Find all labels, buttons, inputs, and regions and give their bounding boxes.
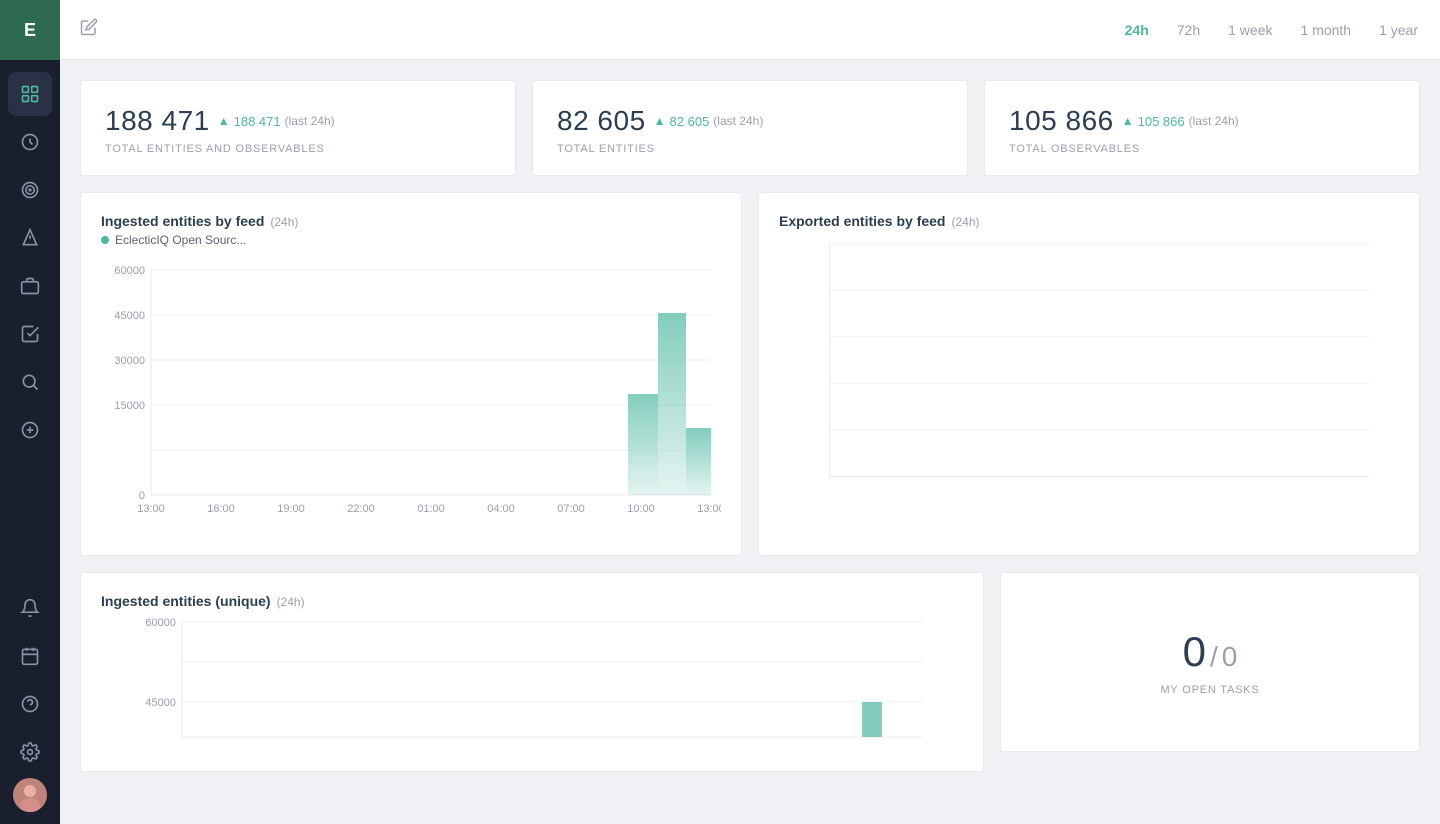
sidebar-item-calendar[interactable]: [8, 634, 52, 678]
content-area: 188 471 ▲ 188 471 (last 24h) TOTAL ENTIT…: [60, 60, 1440, 824]
time-filter-72h[interactable]: 72h: [1175, 18, 1202, 42]
stat-delta-val-observables: 105 866: [1138, 114, 1185, 129]
stat-delta-entities: ▲ 82 605 (last 24h): [654, 114, 764, 129]
stat-period: (last 24h): [285, 114, 335, 128]
sidebar-item-add[interactable]: [8, 408, 52, 452]
stat-arrow: ▲: [218, 114, 230, 128]
stat-card-entities: 82 605 ▲ 82 605 (last 24h) TOTAL ENTITIE…: [532, 80, 968, 176]
stat-label-total-eo: TOTAL ENTITIES AND OBSERVABLES: [105, 143, 491, 155]
main-content: 24h 72h 1 week 1 month 1 year 188 471 ▲ …: [60, 0, 1440, 824]
stat-number-entities: 82 605: [557, 105, 646, 137]
svg-text:30000: 30000: [114, 355, 145, 367]
sidebar-item-cases[interactable]: [8, 264, 52, 308]
right-column: 0 / 0 MY OPEN TASKS: [1000, 572, 1420, 772]
time-filter-1week[interactable]: 1 week: [1226, 18, 1274, 42]
sidebar-item-threats[interactable]: [8, 120, 52, 164]
svg-text:19:00: 19:00: [277, 503, 305, 515]
sidebar-item-incidents[interactable]: [8, 216, 52, 260]
stat-main-entities: 82 605 ▲ 82 605 (last 24h): [557, 105, 943, 137]
svg-text:22:00: 22:00: [347, 503, 375, 515]
stat-label-observables: TOTAL OBSERVABLES: [1009, 143, 1395, 155]
stat-arrow-entities: ▲: [654, 114, 666, 128]
user-avatar[interactable]: [13, 778, 47, 812]
stat-main-observables: 105 866 ▲ 105 866 (last 24h): [1009, 105, 1395, 137]
stat-period-entities: (last 24h): [713, 114, 763, 128]
header: 24h 72h 1 week 1 month 1 year: [60, 0, 1440, 60]
stat-card-entities-observables: 188 471 ▲ 188 471 (last 24h) TOTAL ENTIT…: [80, 80, 516, 176]
stat-arrow-observables: ▲: [1122, 114, 1134, 128]
svg-text:0: 0: [139, 490, 145, 502]
ingested-chart-period: (24h): [270, 215, 298, 229]
bottom-row: Ingested entities (unique) (24h) 60000 4…: [80, 572, 1420, 772]
svg-text:10:00: 10:00: [627, 503, 655, 515]
stat-number-total-eo: 188 471: [105, 105, 210, 137]
stat-card-observables: 105 866 ▲ 105 866 (last 24h) TOTAL OBSER…: [984, 80, 1420, 176]
charts-row: Ingested entities by feed (24h) Eclectic…: [80, 192, 1420, 556]
stat-main: 188 471 ▲ 188 471 (last 24h): [105, 105, 491, 137]
sidebar: E: [0, 0, 60, 824]
svg-text:16:00: 16:00: [207, 503, 235, 515]
sidebar-bottom: [0, 574, 60, 824]
svg-text:15000: 15000: [114, 400, 145, 412]
time-filter-1month[interactable]: 1 month: [1298, 18, 1353, 42]
ingested-chart-svg: 60000 45000 30000 15000 0 13:00 16:00 19…: [101, 255, 721, 535]
ingested-chart-card: Ingested entities by feed (24h) Eclectic…: [80, 192, 742, 556]
legend-dot-ingested: [101, 236, 109, 244]
sidebar-item-settings[interactable]: [8, 730, 52, 774]
exported-chart-svg: [779, 233, 1399, 513]
exported-chart-area: [779, 233, 1399, 513]
header-left: [80, 18, 98, 41]
sidebar-item-tasks[interactable]: [8, 312, 52, 356]
exported-chart-card: Exported entities by feed (24h): [758, 192, 1420, 556]
ingested-chart-legend: EclecticIQ Open Sourc...: [101, 233, 721, 247]
exported-chart-period: (24h): [951, 215, 979, 229]
ingested-chart-title: Ingested entities by feed (24h): [101, 213, 721, 229]
tasks-divider: /: [1210, 641, 1218, 673]
stat-delta-observables: ▲ 105 866 (last 24h): [1122, 114, 1239, 129]
svg-text:45000: 45000: [145, 697, 176, 709]
sidebar-logo[interactable]: E: [0, 0, 60, 60]
svg-text:60000: 60000: [145, 617, 176, 629]
tasks-card: 0 / 0 MY OPEN TASKS: [1000, 572, 1420, 752]
stat-label-entities: TOTAL ENTITIES: [557, 143, 943, 155]
ingested-unique-title: Ingested entities (unique) (24h): [101, 593, 963, 609]
stat-period-observables: (last 24h): [1189, 114, 1239, 128]
sidebar-item-notifications[interactable]: [8, 586, 52, 630]
tasks-total-number: 0: [1222, 641, 1238, 673]
ingested-chart-area: 60000 45000 30000 15000 0 13:00 16:00 19…: [101, 255, 721, 535]
svg-text:45000: 45000: [114, 310, 145, 322]
legend-label-ingested: EclecticIQ Open Sourc...: [115, 233, 246, 247]
sidebar-item-help[interactable]: [8, 682, 52, 726]
tasks-count: 0 / 0: [1183, 628, 1238, 676]
svg-text:01:00: 01:00: [417, 503, 445, 515]
ingested-unique-card: Ingested entities (unique) (24h) 60000 4…: [80, 572, 984, 772]
stat-number-observables: 105 866: [1009, 105, 1114, 137]
stats-row: 188 471 ▲ 188 471 (last 24h) TOTAL ENTIT…: [80, 80, 1420, 176]
svg-text:04:00: 04:00: [487, 503, 515, 515]
tasks-open-number: 0: [1183, 628, 1206, 676]
svg-text:13:00: 13:00: [697, 503, 721, 515]
sidebar-nav: [0, 60, 60, 574]
time-filter-24h[interactable]: 24h: [1123, 18, 1151, 42]
stat-delta-total-eo: ▲ 188 471 (last 24h): [218, 114, 335, 129]
ingested-unique-period: (24h): [277, 595, 305, 609]
time-filters: 24h 72h 1 week 1 month 1 year: [1123, 18, 1420, 42]
svg-text:13:00: 13:00: [137, 503, 165, 515]
stat-delta-value: 188 471: [234, 114, 281, 129]
sidebar-item-search[interactable]: [8, 360, 52, 404]
svg-text:60000: 60000: [114, 265, 145, 277]
ingested-unique-svg: 60000 45000: [101, 617, 963, 747]
svg-text:07:00: 07:00: [557, 503, 585, 515]
sidebar-item-dashboard[interactable]: [8, 72, 52, 116]
sidebar-item-targets[interactable]: [8, 168, 52, 212]
edit-icon[interactable]: [80, 18, 98, 41]
tasks-label: MY OPEN TASKS: [1160, 684, 1259, 696]
exported-chart-title: Exported entities by feed (24h): [779, 213, 1399, 229]
stat-delta-val-entities: 82 605: [670, 114, 710, 129]
time-filter-1year[interactable]: 1 year: [1377, 18, 1420, 42]
